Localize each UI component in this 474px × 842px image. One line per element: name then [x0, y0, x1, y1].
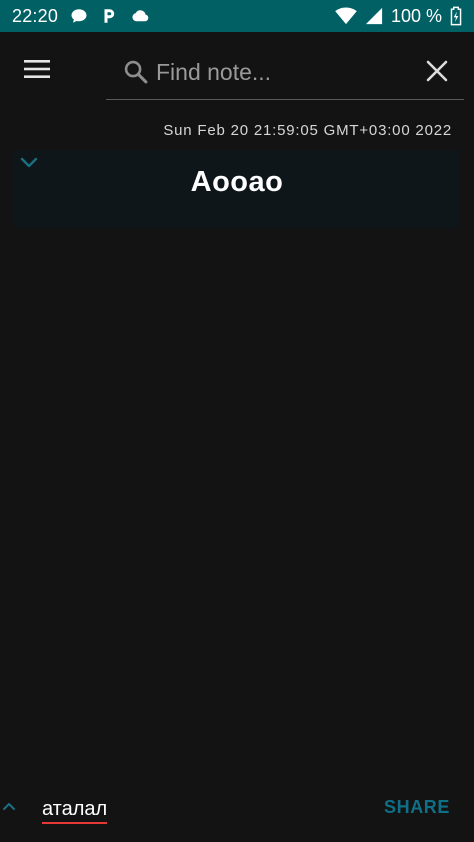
menu-button[interactable] — [20, 54, 54, 84]
note-timestamp: Sun Feb 20 21:59:05 GMT+03:00 2022 — [163, 122, 452, 139]
close-search-button[interactable] — [422, 56, 452, 86]
wifi-icon — [335, 7, 357, 25]
search-bar — [106, 44, 464, 100]
note-card[interactable]: Aooao — [14, 150, 460, 228]
search-input[interactable] — [156, 54, 406, 90]
parking-icon — [100, 7, 118, 25]
chevron-up-icon[interactable] — [2, 800, 20, 818]
app-screen: 22:20 100 % Find note... Sun Feb 20 21:5… — [0, 0, 474, 842]
battery-percentage: 100 % — [390, 5, 442, 26]
note-text-input[interactable]: аталал — [42, 796, 108, 824]
close-icon — [426, 60, 448, 82]
cellular-signal-icon — [365, 7, 383, 25]
share-button[interactable]: SHARE — [384, 797, 450, 818]
bottom-bar: аталал SHARE — [0, 788, 474, 842]
status-left: 22:20 — [12, 6, 150, 27]
status-right: 100 % — [335, 6, 462, 27]
cloud-icon — [130, 7, 150, 25]
status-time: 22:20 — [12, 5, 59, 26]
status-bar: 22:20 100 % — [0, 0, 474, 32]
search-icon — [122, 58, 150, 86]
chat-bubble-icon — [70, 7, 88, 25]
battery-charging-icon — [450, 6, 462, 26]
note-title: Aooao — [190, 166, 284, 198]
hamburger-menu-icon — [24, 59, 50, 79]
